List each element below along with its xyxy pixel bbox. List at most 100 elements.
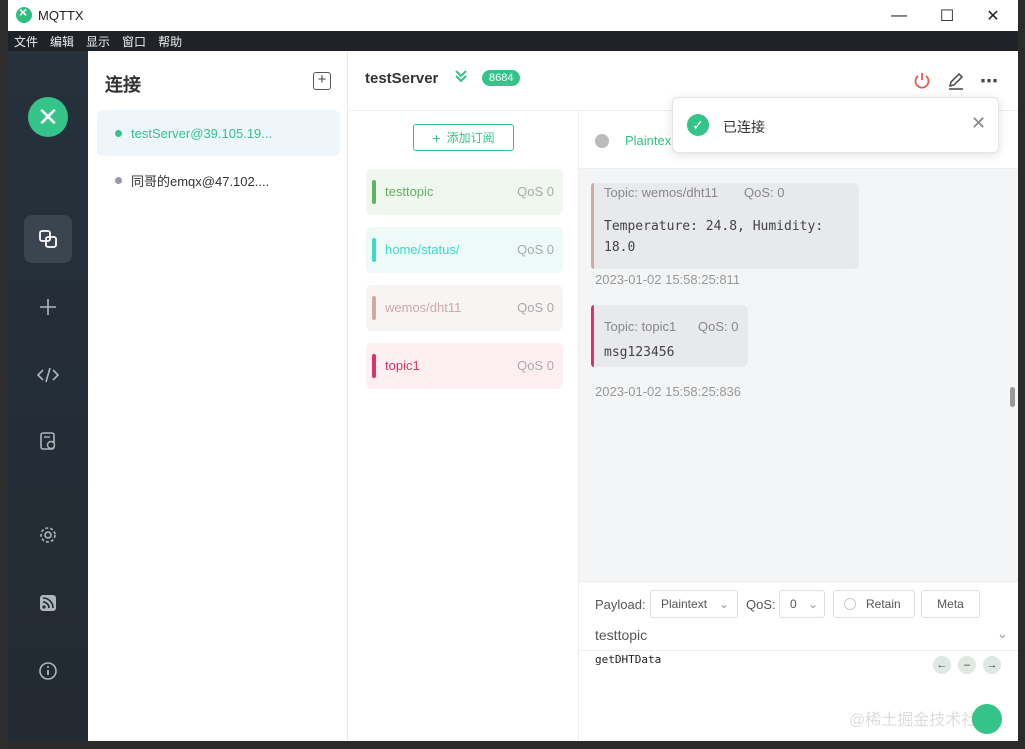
menu-file[interactable]: 文件 — [14, 33, 38, 50]
message-payload: msg123456 — [604, 342, 674, 363]
app-window: MQTTX — ☐ ✕ 文件 编辑 显示 窗口 帮助 ✕ — [8, 0, 1018, 741]
message-color-bar — [591, 183, 594, 269]
subscription-item[interactable]: wemos/dht11 QoS 0 — [366, 285, 563, 331]
subscription-color-bar — [372, 238, 376, 262]
qos-value: 0 — [790, 597, 797, 611]
log-nav-button[interactable] — [24, 417, 72, 465]
add-subscription-button[interactable]: + 添加订阅 — [413, 124, 514, 151]
subscription-topic: wemos/dht11 — [385, 300, 462, 315]
publish-panel: Payload: Plaintext ⌄ QoS: 0 ⌄ Retain Met… — [579, 581, 1018, 741]
message-qos: QoS: 0 — [744, 185, 785, 200]
subscription-qos: QoS 0 — [517, 300, 554, 315]
title-bar: MQTTX — ☐ ✕ — [8, 0, 1018, 31]
subscription-color-bar — [372, 354, 376, 378]
subscription-item[interactable]: topic1 QoS 0 — [366, 343, 563, 389]
connected-toast: ✓ 已连接 ✕ — [672, 97, 999, 153]
subscription-item[interactable]: testtopic QoS 0 — [366, 169, 563, 215]
connection-name: testServer@39.105.19... — [131, 125, 273, 141]
check-circle-icon: ✓ — [687, 114, 709, 136]
gear-icon — [40, 527, 56, 543]
retain-label: Retain — [866, 597, 901, 611]
format-radio-icon[interactable] — [595, 134, 609, 148]
history-icon[interactable]: – — [958, 656, 976, 674]
settings-nav-button[interactable] — [24, 511, 72, 559]
subscription-topic: testtopic — [385, 184, 434, 199]
disconnect-power-icon[interactable] — [910, 69, 934, 93]
plus-icon: + — [432, 129, 441, 146]
edit-icon[interactable] — [944, 69, 968, 93]
left-nav: ✕ — [8, 51, 88, 741]
connections-panel: 连接 + testServer@39.105.19... 同哥的emqx@47.… — [88, 51, 348, 741]
info-icon — [39, 662, 57, 680]
message-topic: Topic: wemos/dht11 — [604, 185, 718, 200]
divider — [579, 650, 1018, 651]
rss-icon — [40, 595, 56, 611]
subscription-topic: home/status/ — [385, 242, 460, 257]
menu-edit[interactable]: 编辑 — [50, 33, 74, 50]
subscription-color-bar — [372, 180, 376, 204]
desktop-background — [0, 0, 8, 749]
publish-payload-editor[interactable]: getDHTData — [595, 653, 661, 666]
menu-help[interactable]: 帮助 — [158, 33, 182, 50]
toast-message: 已连接 — [723, 119, 765, 135]
arrow-left-icon[interactable]: ← — [933, 656, 951, 674]
meta-label: Meta — [937, 597, 964, 611]
maximize-button[interactable]: ☐ — [924, 0, 970, 31]
chevron-down-icon[interactable]: ⌄ — [997, 626, 1008, 642]
subscription-qos: QoS 0 — [517, 358, 554, 373]
plus-icon — [40, 299, 56, 315]
collapse-chevron-icon[interactable] — [453, 68, 469, 89]
meta-button[interactable]: Meta — [921, 590, 980, 618]
payload-format-select[interactable]: Plaintext ⌄ — [650, 590, 738, 618]
chevron-down-icon: ⌄ — [807, 597, 818, 611]
script-nav-button[interactable] — [24, 351, 72, 399]
chevron-down-icon: ⌄ — [718, 597, 729, 611]
connections-title: 连接 — [105, 75, 141, 95]
menu-window[interactable]: 窗口 — [122, 33, 146, 50]
connection-item[interactable]: testServer@39.105.19... — [97, 110, 340, 156]
connections-nav-button[interactable] — [24, 215, 72, 263]
subscription-topic: topic1 — [385, 358, 420, 373]
connection-status-dot — [115, 176, 122, 184]
menu-view[interactable]: 显示 — [86, 33, 110, 50]
log-icon — [40, 432, 56, 450]
retain-radio-icon — [844, 598, 856, 610]
close-icon[interactable]: ✕ — [971, 113, 986, 134]
connections-icon — [39, 230, 57, 248]
connection-item[interactable]: 同哥的emqx@47.102.... — [97, 157, 340, 203]
subscription-color-bar — [372, 296, 376, 320]
add-subscription-label: 添加订阅 — [446, 131, 495, 145]
payload-label: Payload: — [595, 597, 646, 612]
subscription-item[interactable]: home/status/ QoS 0 — [366, 227, 563, 273]
messages-panel: Plaintex Topic: wemos/dht11 QoS: 0 Tempe… — [579, 111, 1018, 581]
more-options-icon[interactable]: ⋯ — [977, 69, 1001, 93]
qos-select[interactable]: 0 ⌄ — [779, 590, 825, 618]
message-payload: Temperature: 24.8, Humidity: 18.0 — [604, 216, 823, 258]
message-payload-line: Temperature: 24.8, Humidity: — [604, 219, 824, 234]
about-nav-button[interactable] — [24, 647, 72, 695]
minimize-button[interactable]: — — [876, 0, 922, 31]
messages-scrollbar[interactable] — [1010, 387, 1015, 407]
new-connection-nav-button[interactable] — [24, 283, 72, 331]
qos-label: QoS: — [746, 597, 776, 612]
message-timestamp: 2023-01-02 15:58:25:811 — [595, 272, 741, 287]
mqttx-logo: ✕ — [28, 97, 68, 137]
message-payload-line: msg123456 — [604, 345, 675, 360]
message-topic: Topic: topic1 — [604, 319, 677, 334]
code-icon — [37, 367, 59, 383]
message-format-label[interactable]: Plaintex — [625, 133, 671, 148]
send-button[interactable] — [972, 704, 1002, 734]
publish-topic-input[interactable]: testtopic — [595, 627, 647, 643]
message-card: Topic: wemos/dht11 QoS: 0 Temperature: 2… — [591, 183, 859, 269]
close-window-button[interactable]: ✕ — [970, 0, 1016, 31]
message-timestamp: 2023-01-02 15:58:25:836 — [595, 384, 742, 399]
message-qos: QoS: 0 — [698, 319, 739, 334]
connection-title: testServer — [365, 70, 439, 87]
add-connection-button[interactable]: + — [313, 72, 331, 90]
retain-toggle[interactable]: Retain — [833, 590, 915, 618]
arrow-right-icon[interactable]: → — [983, 656, 1001, 674]
subscription-qos: QoS 0 — [517, 242, 554, 257]
feed-nav-button[interactable] — [24, 579, 72, 627]
subscription-qos: QoS 0 — [517, 184, 554, 199]
message-color-bar — [591, 305, 594, 367]
